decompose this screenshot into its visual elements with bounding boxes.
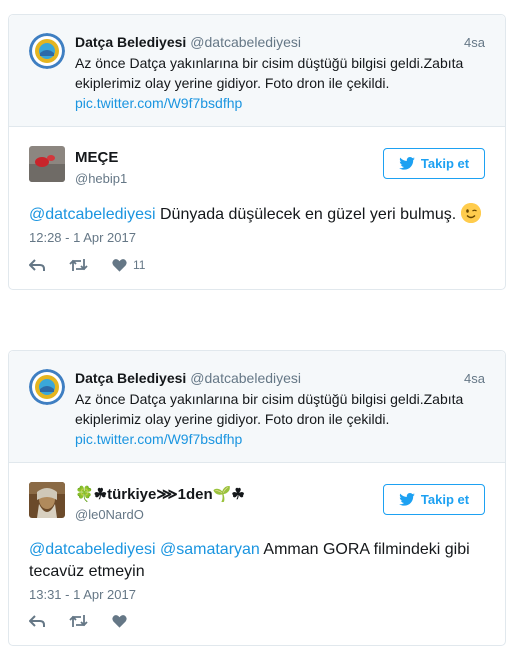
reply-author-avatar[interactable] (29, 482, 65, 518)
like-count: 11 (133, 258, 146, 272)
twitter-bird-icon (399, 157, 415, 170)
tweet-actions (29, 614, 133, 628)
reply-tweet-text: @datcabelediyesi @samataryan Amman GORA … (29, 539, 489, 583)
reply-author-avatar[interactable] (29, 146, 65, 182)
retweet-icon (69, 615, 88, 627)
quoted-media-link[interactable]: pic.twitter.com/W9f7bsdfhp (75, 93, 485, 113)
heart-icon (112, 259, 127, 272)
reply-author-name[interactable]: MEÇE (75, 149, 118, 166)
quoted-author[interactable]: Datça Belediyesi @datcabelediyesi (75, 34, 301, 50)
reply-icon (29, 615, 45, 627)
reply-author-name[interactable]: 🍀☘türkiye⋙1den🌱☘ (75, 485, 245, 503)
reply-text: Dünyada düşülecek en güzel yeri bulmuş. (155, 206, 461, 223)
quoted-tweet[interactable]: Datça Belediyesi @datcabelediyesi 4sa Az … (9, 351, 505, 463)
wink-emoji-icon (460, 203, 481, 223)
heart-icon (112, 615, 127, 628)
reply-button[interactable] (29, 258, 45, 272)
tweet-actions: 11 (29, 258, 145, 272)
reply-tweet-text: @datcabelediyesi Dünyada düşülecek en gü… (29, 203, 489, 226)
quoted-author-handle: @datcabelediyesi (190, 34, 302, 50)
municipality-logo-avatar[interactable] (29, 369, 65, 405)
quoted-author-handle: @datcabelediyesi (190, 370, 302, 386)
retweet-button[interactable] (69, 258, 88, 272)
reply-timestamp[interactable]: 12:28 - 1 Apr 2017 (29, 230, 136, 245)
twitter-bird-icon (399, 493, 415, 506)
like-button[interactable] (112, 614, 133, 628)
reply-author-handle[interactable]: @hebip1 (75, 171, 127, 186)
quoted-tweet-text: Az önce Datça yakınlarına bir cisim düşt… (75, 55, 464, 91)
retweet-button[interactable] (69, 614, 88, 628)
follow-button-label: Takip et (420, 492, 470, 507)
reply-author-handle[interactable]: @le0NardO (75, 507, 144, 522)
quoted-timestamp[interactable]: 4sa (464, 35, 485, 50)
quoted-tweet-body: Az önce Datça yakınlarına bir cisim düşt… (75, 53, 485, 113)
follow-button[interactable]: Takip et (383, 148, 485, 179)
follow-button[interactable]: Takip et (383, 484, 485, 515)
tweet-card: Datça Belediyesi @datcabelediyesi 4sa Az … (8, 14, 506, 290)
mention-link[interactable]: @datcabelediyesi (29, 206, 156, 223)
quoted-tweet-body: Az önce Datça yakınlarına bir cisim düşt… (75, 389, 485, 449)
quoted-tweet-text: Az önce Datça yakınlarına bir cisim düşt… (75, 391, 464, 427)
quoted-author-name: Datça Belediyesi (75, 370, 187, 386)
like-button[interactable]: 11 (112, 258, 145, 272)
quoted-author[interactable]: Datça Belediyesi @datcabelediyesi (75, 370, 301, 386)
reply-icon (29, 259, 45, 271)
reply-timestamp[interactable]: 13:31 - 1 Apr 2017 (29, 587, 136, 602)
quoted-tweet[interactable]: Datça Belediyesi @datcabelediyesi 4sa Az … (9, 15, 505, 127)
tweet-card: Datça Belediyesi @datcabelediyesi 4sa Az … (8, 350, 506, 646)
quoted-timestamp[interactable]: 4sa (464, 371, 485, 386)
municipality-logo-avatar[interactable] (29, 33, 65, 69)
quoted-author-name: Datça Belediyesi (75, 34, 187, 50)
follow-button-label: Takip et (420, 156, 470, 171)
quoted-media-link[interactable]: pic.twitter.com/W9f7bsdfhp (75, 429, 485, 449)
reply-button[interactable] (29, 614, 45, 628)
retweet-icon (69, 259, 88, 271)
mention-link[interactable]: @datcabelediyesi @samataryan (29, 541, 260, 558)
